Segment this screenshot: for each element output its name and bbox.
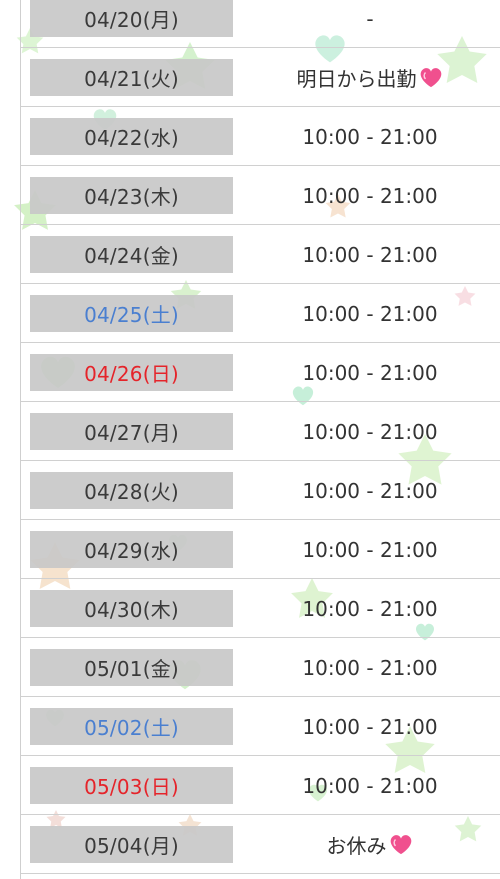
hours-cell: 明日から出勤 — [252, 59, 488, 96]
hours-cell: 10:00 - 21:00 — [252, 413, 488, 450]
schedule-row: 04/26(日) 10:00 - 21:00 — [20, 343, 500, 402]
hours-text: 10:00 - 21:00 — [302, 714, 438, 739]
hours-text: 10:00 - 21:00 — [302, 773, 438, 798]
hours-text: 10:00 - 21:00 — [302, 360, 438, 385]
date-cell-sunday: 05/03(日) — [30, 767, 233, 804]
hours-text: 10:00 - 21:00 — [302, 242, 438, 267]
schedule-row: 05/03(日) 10:00 - 21:00 — [20, 756, 500, 815]
hours-text: 10:00 - 21:00 — [302, 537, 438, 562]
hours-cell: 10:00 - 21:00 — [252, 354, 488, 391]
date-cell: 04/23(木) — [30, 177, 233, 214]
date-cell: 05/01(金) — [30, 649, 233, 686]
table-left-border — [20, 0, 21, 879]
hours-text: お休み — [326, 834, 387, 858]
hours-cell: 10:00 - 21:00 — [252, 118, 488, 155]
hours-text: 10:00 - 21:00 — [302, 655, 438, 680]
schedule-table: 04/20(月) - 04/21(火) 明日から出勤 04/22(水) 10:0… — [0, 0, 500, 879]
pink-heart-icon — [390, 834, 411, 854]
schedule-row: 04/30(木) 10:00 - 21:00 — [20, 579, 500, 638]
hours-cell: 10:00 - 21:00 — [252, 767, 488, 804]
schedule-row: 04/21(火) 明日から出勤 — [20, 48, 500, 107]
schedule-row: 04/24(金) 10:00 - 21:00 — [20, 225, 500, 284]
hours-text: 10:00 - 21:00 — [302, 301, 438, 326]
hours-text: 10:00 - 21:00 — [302, 478, 438, 503]
hours-cell: 10:00 - 21:00 — [252, 177, 488, 214]
schedule-row: 04/23(木) 10:00 - 21:00 — [20, 166, 500, 225]
date-cell: 04/24(金) — [30, 236, 233, 273]
date-cell-saturday: 05/02(土) — [30, 708, 233, 745]
hours-cell: 10:00 - 21:00 — [252, 708, 488, 745]
hours-text: 10:00 - 21:00 — [302, 183, 438, 208]
date-cell-sunday: 04/26(日) — [30, 354, 233, 391]
hours-text: 10:00 - 21:00 — [302, 419, 438, 444]
schedule-row: 05/04(月) お休み — [20, 815, 500, 874]
hours-text: 明日から出勤 — [296, 67, 417, 91]
schedule-row: 04/20(月) - — [20, 0, 500, 48]
hours-cell: お休み — [252, 826, 488, 863]
schedule-row: 05/01(金) 10:00 - 21:00 — [20, 638, 500, 697]
date-cell: 04/30(木) — [30, 590, 233, 627]
schedule-row: 04/27(月) 10:00 - 21:00 — [20, 402, 500, 461]
hours-text: - — [366, 6, 374, 31]
schedule-row: 05/02(土) 10:00 - 21:00 — [20, 697, 500, 756]
hours-cell: 10:00 - 21:00 — [252, 531, 488, 568]
hours-text: 10:00 - 21:00 — [302, 596, 438, 621]
schedule-row: 04/29(水) 10:00 - 21:00 — [20, 520, 500, 579]
date-cell: 04/21(火) — [30, 59, 233, 96]
date-cell-saturday: 04/25(土) — [30, 295, 233, 332]
hours-cell: 10:00 - 21:00 — [252, 649, 488, 686]
date-cell: 04/29(水) — [30, 531, 233, 568]
date-cell: 04/28(火) — [30, 472, 233, 509]
date-cell: 04/22(水) — [30, 118, 233, 155]
schedule-row: 04/25(土) 10:00 - 21:00 — [20, 284, 500, 343]
hours-cell: 10:00 - 21:00 — [252, 590, 488, 627]
schedule-row: 04/22(水) 10:00 - 21:00 — [20, 107, 500, 166]
date-cell: 05/04(月) — [30, 826, 233, 863]
hours-text: 10:00 - 21:00 — [302, 124, 438, 149]
hours-cell: 10:00 - 21:00 — [252, 472, 488, 509]
schedule-row: 04/28(火) 10:00 - 21:00 — [20, 461, 500, 520]
date-cell: 04/20(月) — [30, 0, 233, 37]
pink-heart-icon — [420, 67, 441, 87]
date-cell: 04/27(月) — [30, 413, 233, 450]
hours-cell: - — [252, 0, 488, 37]
hours-cell: 10:00 - 21:00 — [252, 295, 488, 332]
hours-cell: 10:00 - 21:00 — [252, 236, 488, 273]
